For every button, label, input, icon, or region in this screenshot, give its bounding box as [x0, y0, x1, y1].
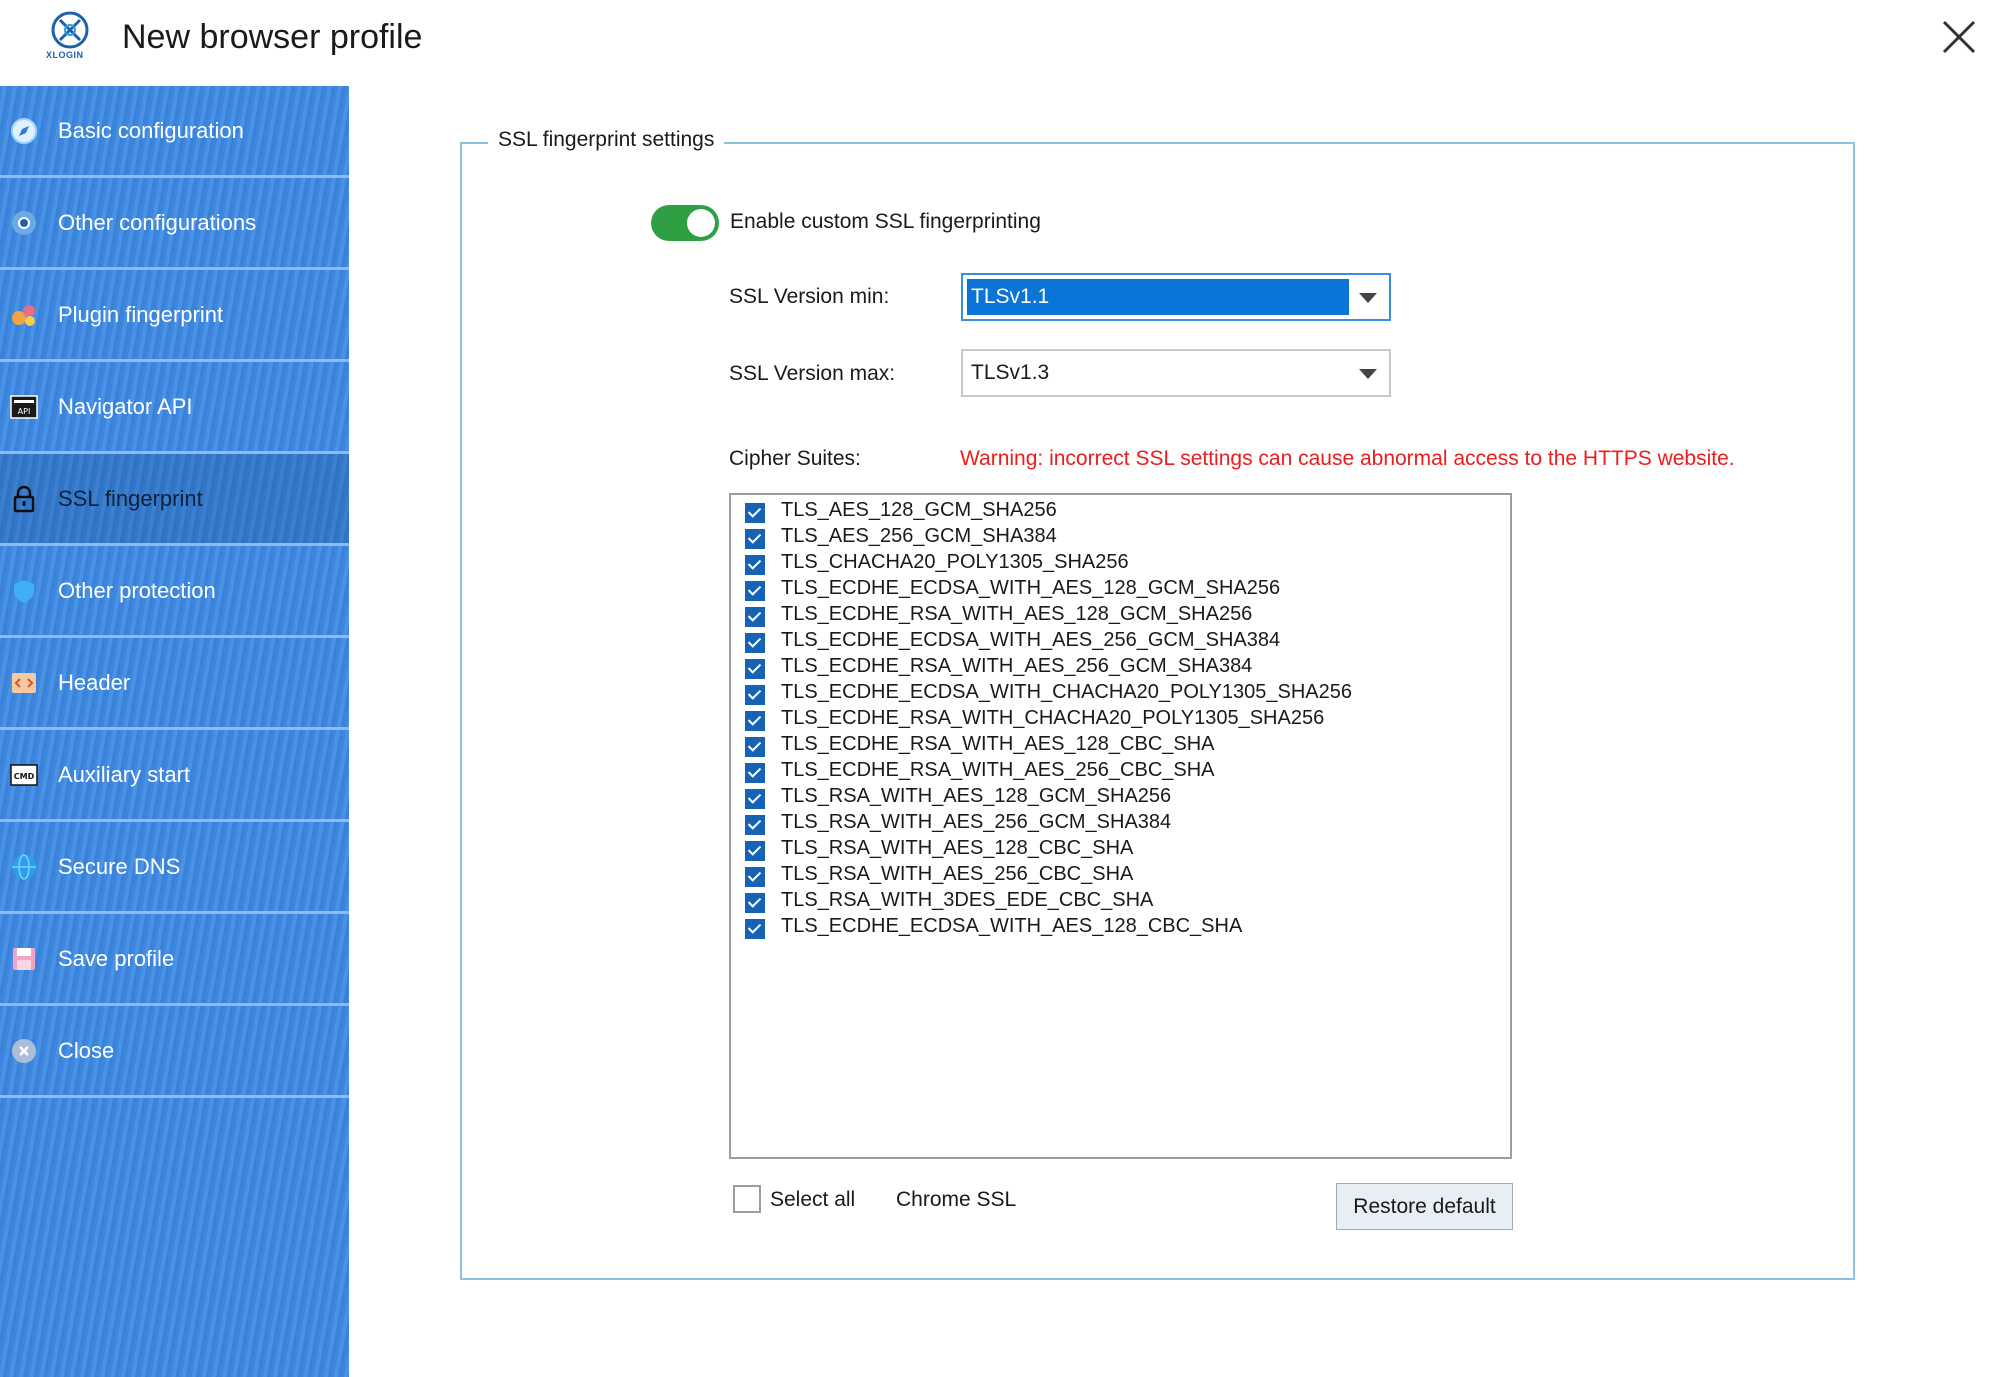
- shield-icon: [14, 580, 34, 603]
- chevron-down-icon: [1359, 293, 1377, 303]
- select-value: TLSv1.1: [967, 279, 1349, 315]
- cipher-name: TLS_ECDHE_RSA_WITH_AES_128_GCM_SHA256: [781, 603, 1253, 625]
- cipher-name: TLS_ECDHE_ECDSA_WITH_CHACHA20_POLY1305_S…: [781, 681, 1352, 703]
- cipher-name: TLS_RSA_WITH_3DES_EDE_CBC_SHA: [781, 889, 1154, 911]
- select-all-label: Select all: [770, 1188, 856, 1211]
- sidebar-item-label: Auxiliary start: [58, 762, 191, 787]
- checkbox[interactable]: [745, 503, 765, 523]
- cipher-name: TLS_RSA_WITH_AES_128_CBC_SHA: [781, 837, 1134, 859]
- cipher-name: TLS_ECDHE_RSA_WITH_AES_256_GCM_SHA384: [781, 655, 1253, 677]
- cipher-suites-label: Cipher Suites:: [729, 447, 861, 470]
- globe-icon: [12, 854, 36, 880]
- sidebar-item-navigator-api[interactable]: API Navigator API: [0, 362, 349, 454]
- sidebar-item-other-protection[interactable]: Other protection: [0, 546, 349, 638]
- svg-text:CMD: CMD: [14, 772, 35, 781]
- sidebar: Basic configuration Other configurations…: [0, 86, 349, 1377]
- checkbox[interactable]: [745, 841, 765, 861]
- sidebar-item-label: Close: [58, 1038, 115, 1063]
- checkbox[interactable]: [745, 893, 765, 913]
- sidebar-item-other-configurations[interactable]: Other configurations: [0, 178, 349, 270]
- version-min-label: SSL Version min:: [729, 285, 890, 308]
- lock-icon: [13, 485, 35, 513]
- puzzle-icon: [12, 305, 35, 326]
- checkbox[interactable]: [745, 711, 765, 731]
- save-icon: [13, 948, 35, 970]
- toggle-label: Enable custom SSL fingerprinting: [730, 210, 1041, 233]
- chrome-icon: [12, 211, 36, 235]
- checkbox[interactable]: [745, 737, 765, 757]
- toggle-knob: [687, 209, 715, 237]
- sidebar-item-ssl-fingerprint[interactable]: SSL fingerprint: [0, 454, 349, 546]
- cipher-name: TLS_AES_256_GCM_SHA384: [781, 525, 1057, 547]
- close-circle-icon: [12, 1039, 36, 1063]
- select-value: TLSv1.3: [971, 361, 1050, 384]
- cipher-name: TLS_ECDHE_RSA_WITH_AES_128_CBC_SHA: [781, 733, 1215, 755]
- sidebar-item-label: Header: [58, 670, 131, 695]
- warning-text: Warning: incorrect SSL settings can caus…: [960, 447, 1735, 470]
- window-title: New browser profile: [122, 18, 423, 56]
- checkbox[interactable]: [745, 607, 765, 627]
- cipher-name: TLS_ECDHE_RSA_WITH_AES_256_CBC_SHA: [781, 759, 1215, 781]
- close-window-icon[interactable]: [1934, 12, 1984, 62]
- cipher-name: TLS_CHACHA20_POLY1305_SHA256: [781, 551, 1129, 573]
- cipher-name: TLS_RSA_WITH_AES_256_CBC_SHA: [781, 863, 1134, 885]
- ssl-version-min-select[interactable]: TLSv1.1: [961, 273, 1391, 321]
- cipher-name: TLS_RSA_WITH_AES_128_GCM_SHA256: [781, 785, 1172, 807]
- checkbox[interactable]: [745, 867, 765, 887]
- cipher-name: TLS_ECDHE_ECDSA_WITH_AES_128_GCM_SHA256: [781, 577, 1281, 599]
- cipher-name: TLS_ECDHE_ECDSA_WITH_AES_256_GCM_SHA384: [781, 629, 1281, 651]
- cipher-suite-list[interactable]: TLS_AES_128_GCM_SHA256 TLS_AES_256_GCM_S…: [729, 493, 1512, 1159]
- checkbox[interactable]: [745, 919, 765, 939]
- sidebar-item-auxiliary-start[interactable]: CMD Auxiliary start: [0, 730, 349, 822]
- restore-default-button[interactable]: Restore default: [1336, 1183, 1513, 1230]
- sidebar-item-label: Basic configuration: [58, 118, 244, 143]
- sidebar-item-label: Other configurations: [58, 210, 257, 235]
- checkbox[interactable]: [745, 529, 765, 549]
- checkbox[interactable]: [745, 685, 765, 705]
- checkbox[interactable]: [745, 633, 765, 653]
- checkbox[interactable]: [745, 659, 765, 679]
- group-title: SSL fingerprint settings: [488, 128, 725, 152]
- sidebar-item-close[interactable]: Close: [0, 1006, 349, 1098]
- sidebar-item-save-profile[interactable]: Save profile: [0, 914, 349, 1006]
- cipher-name: TLS_RSA_WITH_AES_256_GCM_SHA384: [781, 811, 1172, 833]
- sidebar-item-label: Save profile: [58, 946, 175, 971]
- checkbox[interactable]: [745, 789, 765, 809]
- cmd-icon: CMD: [10, 764, 38, 786]
- title-bar: XLOGIN New browser profile: [0, 0, 1999, 86]
- cipher-name: TLS_ECDHE_RSA_WITH_CHACHA20_POLY1305_SHA…: [781, 707, 1325, 729]
- sidebar-item-basic-configuration[interactable]: Basic configuration: [0, 86, 349, 178]
- sidebar-item-label: Plugin fingerprint: [58, 302, 224, 327]
- select-all-checkbox[interactable]: [733, 1185, 761, 1213]
- code-icon: [12, 673, 36, 693]
- svg-text:API: API: [18, 407, 31, 416]
- compass-icon: [11, 118, 37, 144]
- checkbox[interactable]: [745, 815, 765, 835]
- checkbox[interactable]: [745, 555, 765, 575]
- sidebar-item-label: Navigator API: [58, 394, 193, 419]
- version-max-label: SSL Version max:: [729, 362, 896, 385]
- cipher-name: TLS_ECDHE_ECDSA_WITH_AES_128_CBC_SHA: [781, 915, 1243, 937]
- cipher-name: TLS_AES_128_GCM_SHA256: [781, 499, 1057, 521]
- chevron-down-icon: [1359, 369, 1377, 379]
- logo-text: XLOGIN: [46, 50, 84, 60]
- sidebar-item-label: Secure DNS: [58, 854, 181, 879]
- checkbox[interactable]: [745, 763, 765, 783]
- checkbox[interactable]: [745, 581, 765, 601]
- sidebar-item-plugin-fingerprint[interactable]: Plugin fingerprint: [0, 270, 349, 362]
- ssl-toggle-switch[interactable]: [651, 205, 719, 241]
- ssl-version-max-select[interactable]: TLSv1.3: [961, 349, 1391, 397]
- api-icon: API: [10, 395, 38, 419]
- sidebar-item-label: Other protection: [58, 578, 216, 603]
- sidebar-item-label: SSL fingerprint: [58, 486, 203, 511]
- sidebar-item-secure-dns[interactable]: Secure DNS: [0, 822, 349, 914]
- chrome-ssl-link[interactable]: Chrome SSL: [896, 1188, 1016, 1212]
- sidebar-item-header[interactable]: Header: [0, 638, 349, 730]
